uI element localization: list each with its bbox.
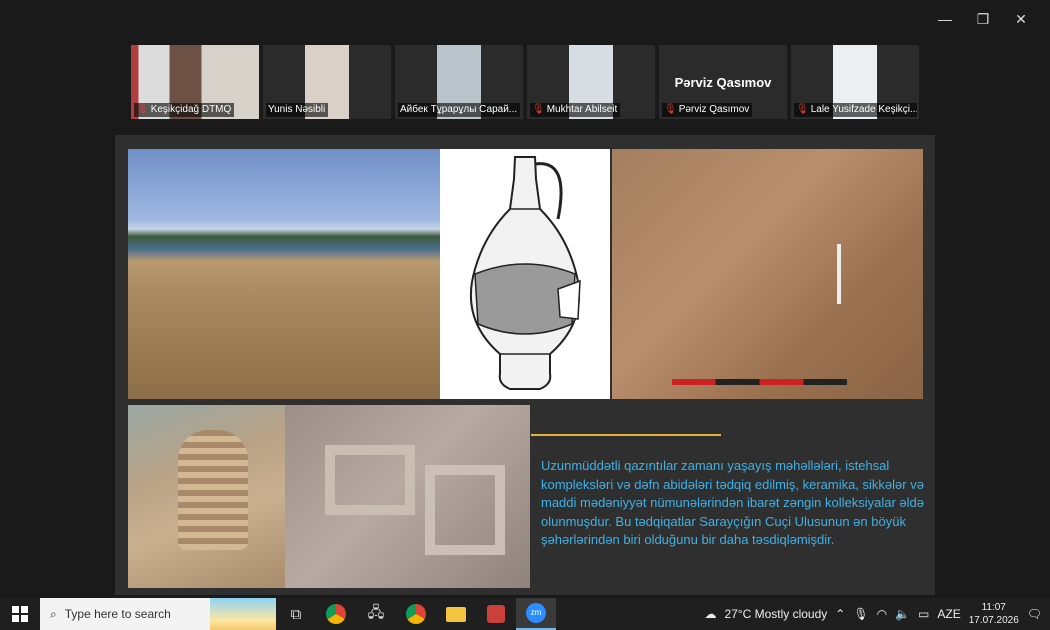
participant-label: 🎙 Lale Yusifzade Keşikçi... (794, 103, 917, 117)
participant-strip: 🎙 Keşikçidağ DTMQ Yunis Nəsibli Айбек Тұр… (131, 45, 919, 119)
participant-label: 🎙 Keşikçidağ DTMQ (134, 103, 235, 117)
window-controls: — ❐ ✕ (926, 8, 1040, 30)
excavation-ruins-photo (128, 149, 440, 399)
windows-logo-icon (12, 606, 28, 622)
slide-paragraph: Uzunmüddətli qazıntılar zamanı yaşayış m… (541, 458, 924, 547)
weather-text[interactable]: 27°C Mostly cloudy (724, 607, 827, 621)
mic-muted-icon: 🎙 (532, 104, 545, 115)
restore-button[interactable]: ❐ (964, 8, 1002, 30)
participant-label: 🎙 Mukhtar Abilseit (530, 103, 621, 117)
weather-icon[interactable]: ☁ (704, 607, 716, 621)
language-indicator[interactable]: AZE (937, 607, 960, 621)
file-explorer-icon[interactable] (436, 598, 476, 630)
network-app-icon[interactable]: 🖧 (356, 598, 396, 630)
stone-well-photo (128, 405, 285, 588)
microphone-icon[interactable]: 🎙 (853, 607, 868, 621)
participant-tile[interactable]: Pərviz Qasımov 🎙 Pərviz Qasımov (659, 45, 787, 119)
notifications-icon[interactable]: 🗨 (1027, 607, 1042, 621)
accent-divider (531, 434, 721, 436)
search-highlight-image (210, 598, 276, 630)
mic-muted-icon: 🎙 (664, 104, 677, 115)
participant-tile[interactable]: Yunis Nəsibli (263, 45, 391, 119)
clock[interactable]: 11:07 17.07.2026 (969, 601, 1019, 627)
ceramic-jug-drawing (440, 149, 610, 399)
participant-label: Yunis Nəsibli (266, 103, 329, 117)
battery-icon[interactable]: ▭ (918, 607, 929, 621)
chevron-up-icon[interactable]: ⌃ (835, 607, 845, 621)
participant-label: Айбек Тұрарұлы Сарай... (398, 103, 521, 117)
volume-icon[interactable]: 🔈 (895, 607, 910, 621)
windows-taskbar: ⌕ Type here to search ⧉ 🖧 zm ☁ 27°C Most… (0, 598, 1050, 630)
minimize-button[interactable]: — (926, 8, 964, 30)
clock-time: 11:07 (981, 602, 1006, 613)
participant-label: 🎙 Pərviz Qasımov (662, 103, 753, 117)
excavated-kiln-photo (612, 149, 923, 399)
mic-muted-icon: 🎙 (136, 104, 149, 115)
participant-tile[interactable]: 🎙 Keşikçidağ DTMQ (131, 45, 259, 119)
task-view-icon[interactable]: ⧉ (276, 598, 316, 630)
chrome-profile-icon[interactable] (396, 598, 436, 630)
paint-app-icon[interactable] (476, 598, 516, 630)
participant-tile-active-speaker[interactable]: Айбек Тұрарұлы Сарай... (395, 45, 523, 119)
search-placeholder: Type here to search (64, 607, 171, 621)
system-tray: ☁ 27°C Mostly cloudy ⌃ 🎙 ◠ 🔈 ▭ AZE 11:07… (704, 601, 1050, 627)
participant-tile[interactable]: 🎙 Mukhtar Abilseit (527, 45, 655, 119)
participant-display-name: Pərviz Qasımov (674, 75, 772, 90)
taskbar-search[interactable]: ⌕ Type here to search (40, 598, 276, 630)
wifi-icon[interactable]: ◠ (877, 607, 887, 621)
clock-date: 17.07.2026 (968, 615, 1019, 626)
shared-screen-slide: Uzunmüddətli qazıntılar zamanı yaşayış m… (115, 135, 935, 595)
participant-tile[interactable]: 🎙 Lale Yusifzade Keşikçi... (791, 45, 919, 119)
zoom-icon[interactable]: zm (516, 598, 556, 630)
start-button[interactable] (0, 598, 40, 630)
search-icon: ⌕ (50, 606, 57, 621)
building-foundations-photo (285, 405, 530, 588)
mic-muted-icon: 🎙 (796, 104, 809, 115)
chrome-icon[interactable] (316, 598, 356, 630)
close-button[interactable]: ✕ (1002, 8, 1040, 30)
